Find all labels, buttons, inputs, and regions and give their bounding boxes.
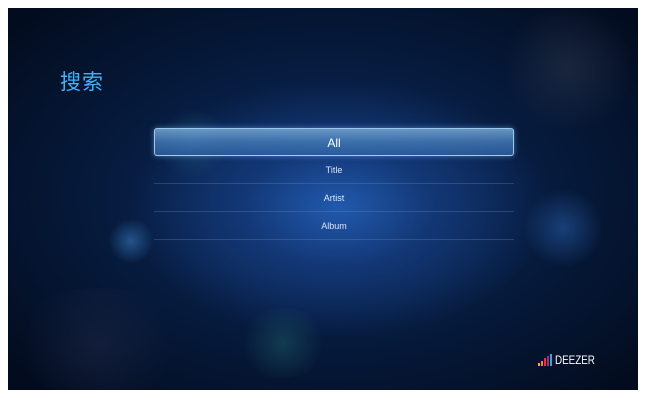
background-bokeh xyxy=(8,288,188,390)
background-bokeh xyxy=(108,218,154,264)
search-menu: All Title Artist Album xyxy=(154,128,514,240)
menu-item-artist[interactable]: Artist xyxy=(154,184,514,212)
deezer-logo: DEEZER xyxy=(538,354,604,366)
equalizer-bars-icon xyxy=(538,354,553,366)
brand-name: DEEZER xyxy=(555,353,596,367)
menu-item-title[interactable]: Title xyxy=(154,156,514,184)
menu-item-all[interactable]: All xyxy=(154,128,514,156)
background-bokeh xyxy=(523,188,603,268)
background-bokeh xyxy=(238,308,328,378)
menu-item-album[interactable]: Album xyxy=(154,212,514,240)
app-screen: 搜索 All Title Artist Album DEEZER xyxy=(8,8,638,390)
background-bokeh xyxy=(498,8,638,128)
page-title: 搜索 xyxy=(60,70,104,94)
